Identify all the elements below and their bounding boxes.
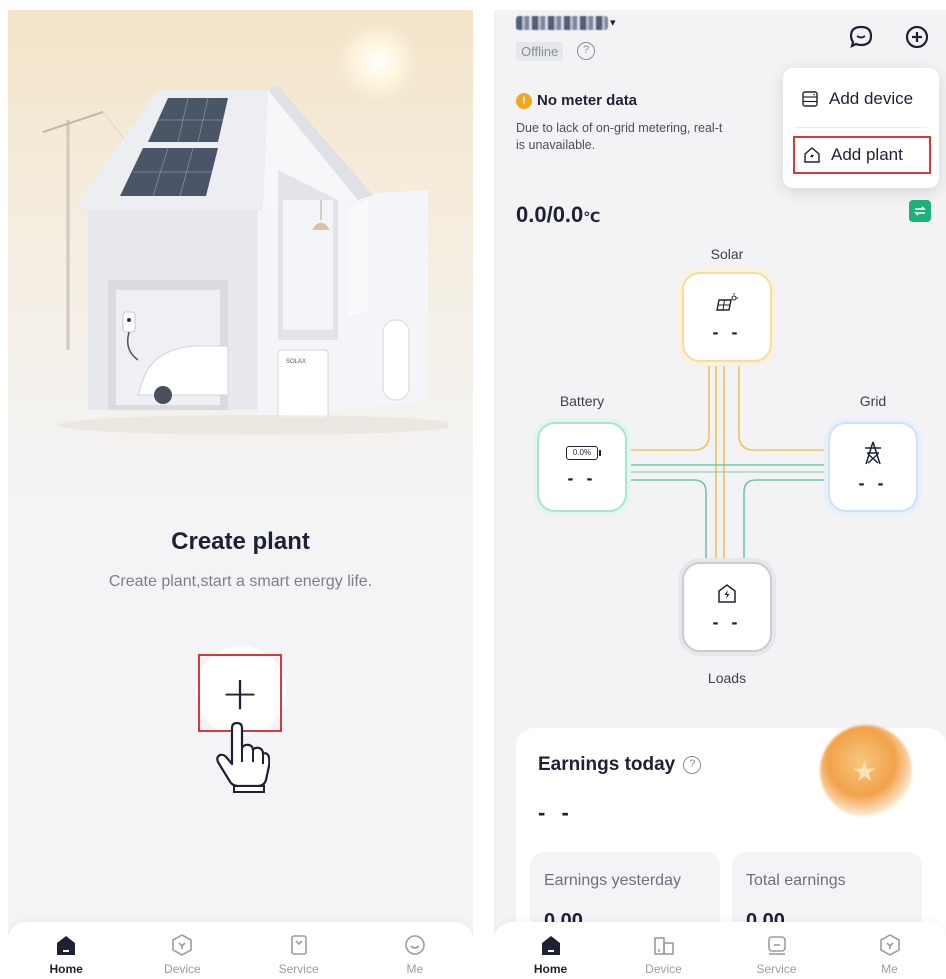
- meter-title-text: No meter data: [537, 92, 638, 109]
- temperature-readout: 0.0/0.0℃: [516, 202, 600, 228]
- earnings-today-value: - -: [538, 800, 574, 825]
- plant-icon: [804, 147, 820, 163]
- service-icon: [764, 932, 790, 958]
- solar-value: - -: [712, 321, 742, 342]
- me-icon: [877, 932, 903, 958]
- nav-me[interactable]: Me: [833, 922, 946, 979]
- battery-node[interactable]: 0.0% - -: [537, 422, 627, 512]
- home-icon: [538, 932, 564, 958]
- me-icon: [402, 932, 428, 958]
- nav-home[interactable]: Home: [494, 922, 607, 979]
- loads-label: Loads: [707, 670, 747, 686]
- battery-icon: 0.0%: [566, 445, 601, 460]
- add-device-menu-item[interactable]: Add device: [793, 80, 931, 118]
- nav-device[interactable]: Device: [124, 922, 240, 979]
- add-plant-label: Add plant: [831, 145, 903, 164]
- add-circle-icon[interactable]: [904, 24, 930, 50]
- meter-warning-title: ! No meter data: [516, 92, 637, 109]
- grid-tower-icon: [865, 441, 881, 464]
- device-list-icon: [802, 91, 818, 107]
- house-illustration: SOLAX: [42, 86, 448, 435]
- home-load-icon: [718, 583, 736, 603]
- message-icon[interactable]: [848, 24, 874, 50]
- nav-device-label: Device: [164, 962, 201, 976]
- nav-home[interactable]: Home: [8, 922, 124, 979]
- battery-value: - -: [567, 467, 597, 488]
- bottom-nav: Home Device Service Me: [8, 922, 473, 979]
- earnings-yesterday-card: Earnings yesterday 0.00: [530, 852, 720, 932]
- meter-desc-line2: is unavailable.: [516, 138, 596, 152]
- home-icon: [53, 932, 79, 958]
- create-plant-button[interactable]: +: [198, 654, 282, 732]
- temperature-unit: ℃: [583, 209, 601, 225]
- create-plant-title: Create plant: [171, 528, 310, 555]
- nav-device-label: Device: [645, 962, 682, 976]
- add-menu-popup: Add device Add plant: [783, 68, 939, 188]
- warning-icon: !: [516, 92, 532, 109]
- meter-warning-description: Due to lack of on-grid metering, real-t …: [516, 120, 796, 154]
- nav-service-label: Service: [756, 962, 797, 976]
- solar-label: Solar: [710, 246, 744, 262]
- nav-me-label: Me: [881, 962, 898, 976]
- create-plant-subtitle: Create plant,start a smart energy life.: [108, 573, 373, 590]
- solar-panel-icon: [716, 292, 738, 311]
- earnings-today-title: Earnings today ?: [538, 754, 702, 776]
- grid-node[interactable]: - -: [828, 422, 918, 512]
- nav-me[interactable]: Me: [357, 922, 473, 979]
- nav-service-label: Service: [278, 962, 319, 976]
- earnings-yesterday-label: Earnings yesterday: [544, 872, 681, 889]
- total-earnings-card: Total earnings 0.00: [732, 852, 922, 932]
- add-device-label: Add device: [829, 89, 914, 108]
- nav-device[interactable]: Device: [607, 922, 720, 979]
- earnings-today-label: Earnings today: [538, 754, 676, 775]
- nav-service[interactable]: Service: [241, 922, 357, 979]
- meter-desc-line1: Due to lack of on-grid metering, real-t: [516, 121, 723, 135]
- home-screen-empty: SOLAX Create plant Create plant,start a …: [8, 10, 473, 979]
- status-help-icon[interactable]: ?: [577, 42, 595, 60]
- pointer-hand-icon: [216, 722, 270, 793]
- bottom-nav: Home Device Service Me: [494, 922, 946, 979]
- plant-name-redacted: [516, 15, 608, 30]
- status-badge: Offline: [516, 42, 564, 61]
- loads-value: - -: [712, 611, 742, 632]
- battery-label: Battery: [559, 393, 605, 409]
- device-icon: [651, 932, 677, 958]
- service-icon: [286, 932, 312, 958]
- switch-view-icon[interactable]: [909, 200, 931, 222]
- nav-home-label: Home: [533, 962, 568, 976]
- solar-node[interactable]: - -: [682, 272, 772, 362]
- star-icon: ★: [852, 756, 878, 787]
- loads-node[interactable]: - -: [682, 562, 772, 652]
- grid-label: Grid: [859, 393, 887, 409]
- chevron-down-icon: ▾: [610, 17, 616, 30]
- nav-home-label: Home: [49, 962, 83, 976]
- total-earnings-label: Total earnings: [746, 872, 846, 889]
- home-screen-plant: ▾ Offline ? ! No meter data Due to lack …: [494, 10, 946, 979]
- nav-me-label: Me: [406, 962, 424, 976]
- plant-selector[interactable]: ▾: [516, 12, 616, 32]
- popup-divider: [795, 127, 927, 128]
- grid-value: - -: [858, 472, 888, 493]
- earnings-help-icon[interactable]: ?: [683, 756, 702, 774]
- temperature-value: 0.0/0.0: [516, 202, 584, 227]
- house-brand-label: SOLAX: [286, 359, 306, 365]
- nav-service[interactable]: Service: [720, 922, 833, 979]
- device-icon: [169, 932, 195, 958]
- add-plant-menu-item[interactable]: Add plant: [793, 136, 931, 174]
